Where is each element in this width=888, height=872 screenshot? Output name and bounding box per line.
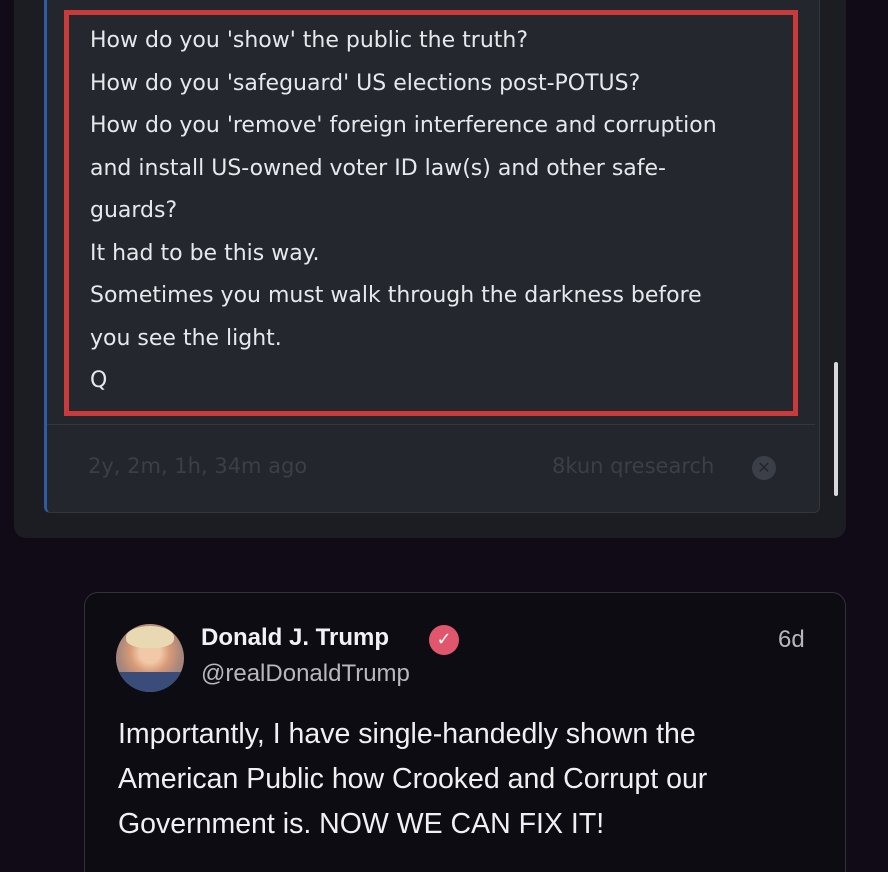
q-post-line: Sometimes you must walk through the dark…: [90, 283, 702, 308]
meta-divider: [47, 424, 815, 425]
tweet-body-line: Government is. NOW WE CAN FIX IT!: [118, 808, 605, 840]
q-post-line: guards?: [90, 198, 178, 223]
q-post-line: How do you 'safeguard' US elections post…: [90, 70, 641, 96]
close-icon[interactable]: ✕: [752, 456, 776, 480]
q-post-signature: Q: [90, 368, 108, 393]
verified-badge-icon: ✓: [429, 625, 459, 655]
post-board-source[interactable]: 8kun qresearch: [552, 454, 714, 478]
tweet-author-handle[interactable]: @realDonaldTrump: [201, 660, 410, 688]
tweet-body: Importantly, I have single-handedly show…: [118, 712, 818, 847]
avatar-suit: [116, 672, 184, 692]
q-post-text: How do you 'show' the public the truth? …: [90, 20, 780, 403]
q-post-line: you see the light.: [90, 325, 282, 351]
q-post-line: How do you 'show' the public the truth?: [90, 28, 529, 53]
avatar-hair: [126, 626, 174, 648]
avatar[interactable]: [116, 624, 184, 692]
screenshot-stage: How do you 'show' the public the truth? …: [0, 0, 888, 872]
q-post-line: How do you 'remove' foreign interference…: [90, 113, 717, 138]
q-post-line: It had to be this way.: [90, 240, 320, 266]
post-timestamp: 2y, 2m, 1h, 34m ago: [88, 454, 308, 478]
tweet-body-line: Importantly, I have single-handedly show…: [118, 718, 696, 750]
tweet-author-name[interactable]: Donald J. Trump: [201, 624, 389, 652]
tweet-timestamp[interactable]: 6d: [778, 626, 805, 654]
tweet-body-line: American Public how Crooked and Corrupt …: [118, 763, 708, 795]
scrollbar[interactable]: [834, 362, 838, 496]
q-post-line: and install US-owned voter ID law(s) and…: [90, 155, 666, 181]
